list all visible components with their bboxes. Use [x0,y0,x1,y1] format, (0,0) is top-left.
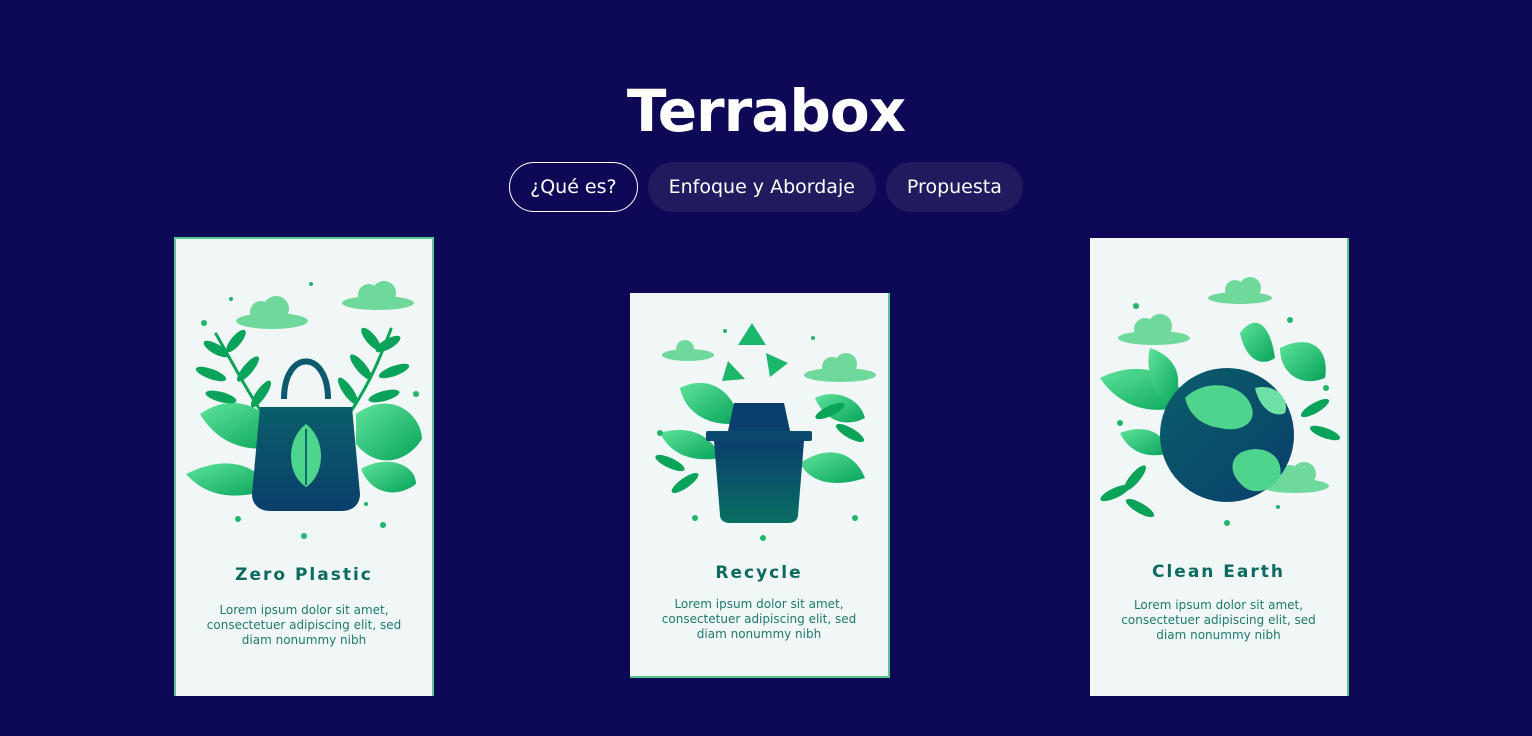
tote-bag-leaf-icon [186,281,422,539]
earth-globe-icon [1100,277,1341,526]
card-title: Clean Earth [1151,562,1286,582]
tab-propuesta[interactable]: Propuesta [885,162,1023,212]
recycle-bin-icon [655,323,876,541]
card-title: Zero Plastic [235,565,373,585]
card-clean-earth[interactable]: Clean Earth Lorem ipsum dolor sit amet, … [1090,238,1349,696]
tab-que-es[interactable]: ¿Qué es? [509,162,638,212]
main-nav: ¿Qué es? Enfoque y Abordaje Propuesta [0,162,1532,212]
card-title: Recycle [715,563,803,583]
card-description: Lorem ipsum dolor sit amet, consectetuer… [206,603,402,647]
card-recycle[interactable]: Recycle Lorem ipsum dolor sit amet, cons… [630,293,890,678]
tab-enfoque-y-abordaje[interactable]: Enfoque y Abordaje [647,162,876,212]
page-title: Terrabox [626,77,906,145]
card-description: Lorem ipsum dolor sit amet, consectetuer… [1121,598,1316,642]
card-description: Lorem ipsum dolor sit amet, consectetuer… [661,597,857,641]
card-zero-plastic[interactable]: Zero Plastic Lorem ipsum dolor sit amet,… [174,237,434,696]
